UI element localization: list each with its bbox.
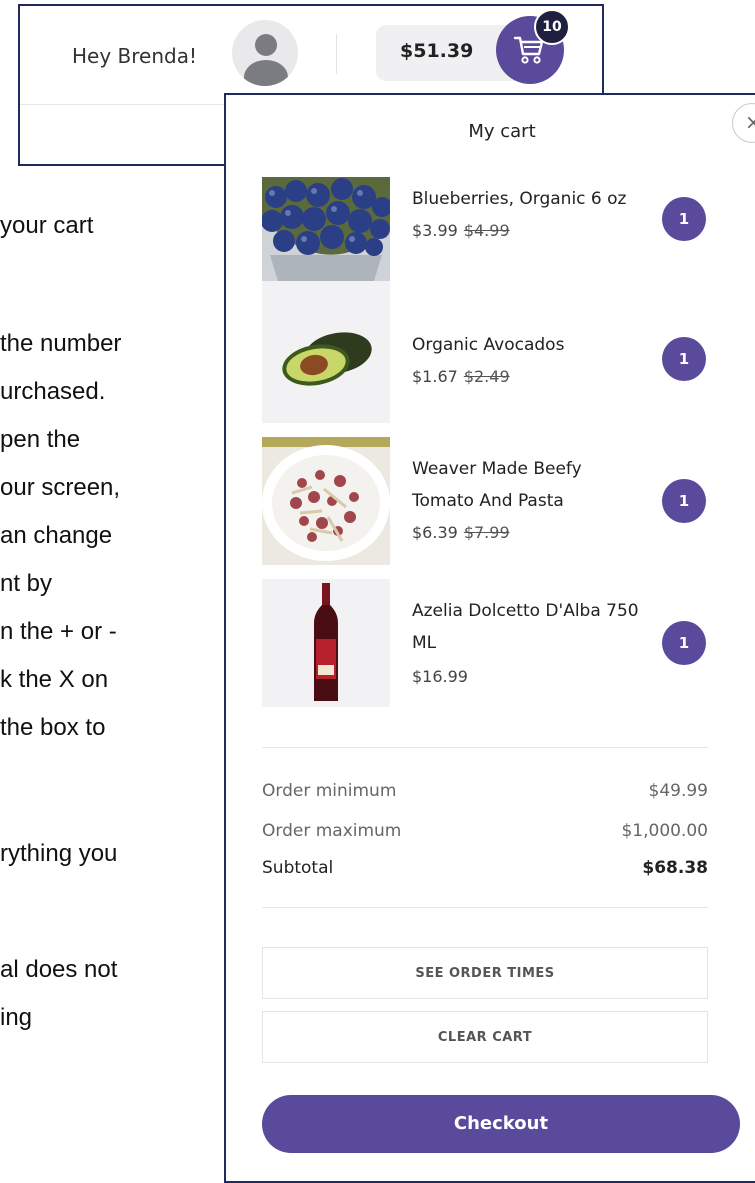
pasta-plate-image [262, 437, 390, 565]
order-minimum-row: Order minimum $49.99 [262, 781, 708, 801]
header-top-bar: Hey Brenda! $51.39 10 [20, 6, 602, 105]
instruction-line: your cart [0, 212, 94, 239]
quantity-button[interactable]: 1 [662, 337, 706, 381]
instruction-line: an change [0, 522, 113, 549]
item-price-row: $3.99 $4.99 [412, 221, 510, 240]
close-icon: × [745, 110, 755, 134]
instruction-line: rything you [0, 840, 118, 867]
instruction-text: your cart the number urchased. pen the o… [0, 0, 230, 1170]
item-name: Weaver Made Beefy Tomato And Pasta [412, 459, 582, 511]
subtotal-row: Subtotal $68.38 [262, 858, 708, 878]
divider [262, 747, 708, 748]
cart-item: Weaver Made Beefy Tomato And Pasta $6.39… [262, 437, 712, 565]
item-name: Blueberries, Organic 6 oz [412, 189, 627, 209]
cart-count-badge: 10 [534, 9, 570, 45]
instruction-line: nt by [0, 570, 53, 597]
avocado-image [262, 295, 390, 423]
avatar-body-icon [244, 60, 288, 86]
quantity-button[interactable]: 1 [662, 621, 706, 665]
subtotal-label: Subtotal [262, 858, 334, 878]
item-original-price: $4.99 [463, 221, 510, 240]
avatar-head-icon [255, 34, 277, 56]
blueberries-image [262, 177, 390, 305]
item-price-row: $1.67 $2.49 [412, 367, 510, 386]
item-price-row: $16.99 [412, 667, 468, 686]
quantity-button[interactable]: 1 [662, 197, 706, 241]
cart-item: Blueberries, Organic 6 oz $3.99 $4.99 1 [262, 177, 712, 305]
avatar[interactable] [232, 20, 298, 86]
item-price: $6.39 [412, 523, 458, 542]
instruction-line: k the X on [0, 666, 109, 693]
item-original-price: $2.49 [463, 367, 510, 386]
instruction-line: n the + or - [0, 618, 117, 645]
order-maximum-value: $1,000.00 [621, 821, 708, 841]
checkout-button[interactable]: Checkout [262, 1095, 740, 1153]
subtotal-value: $68.38 [642, 858, 708, 878]
instruction-line: the box to [0, 714, 106, 741]
item-price: $16.99 [412, 667, 468, 686]
item-original-price: $7.99 [463, 523, 510, 542]
see-order-times-button[interactable]: SEE ORDER TIMES [262, 947, 708, 999]
order-minimum-value: $49.99 [648, 781, 708, 801]
instruction-line: urchased. [0, 378, 106, 405]
cart-drawer: My cart × Blueberries, Organic 6 oz $3.9… [224, 93, 755, 1183]
item-name: Azelia Dolcetto D'Alba 750 ML [412, 601, 639, 653]
drawer-title: My cart [468, 121, 536, 142]
instruction-line: pen the [0, 426, 81, 453]
order-maximum-label: Order maximum [262, 821, 402, 841]
instruction-line: our screen, [0, 474, 121, 501]
instruction-line: the number [0, 330, 122, 357]
cart-item: Azelia Dolcetto D'Alba 750 ML $16.99 1 [262, 579, 712, 707]
order-minimum-label: Order minimum [262, 781, 397, 801]
order-maximum-row: Order maximum $1,000.00 [262, 821, 708, 841]
item-price: $3.99 [412, 221, 458, 240]
instruction-highlight: number [40, 330, 122, 357]
item-name: Organic Avocados [412, 335, 565, 355]
cart-total: $51.39 [400, 40, 474, 62]
item-price-row: $6.39 $7.99 [412, 523, 510, 542]
instruction-line: ing [0, 1004, 33, 1031]
wine-bottle-image [262, 579, 390, 707]
greeting-text: Hey Brenda! [72, 44, 197, 68]
cart-item: Organic Avocados $1.67 $2.49 1 [262, 295, 712, 423]
quantity-button[interactable]: 1 [662, 479, 706, 523]
item-price: $1.67 [412, 367, 458, 386]
clear-cart-button[interactable]: CLEAR CART [262, 1011, 708, 1063]
instruction-line: al does not [0, 956, 118, 983]
divider [262, 907, 708, 908]
divider [336, 34, 337, 74]
